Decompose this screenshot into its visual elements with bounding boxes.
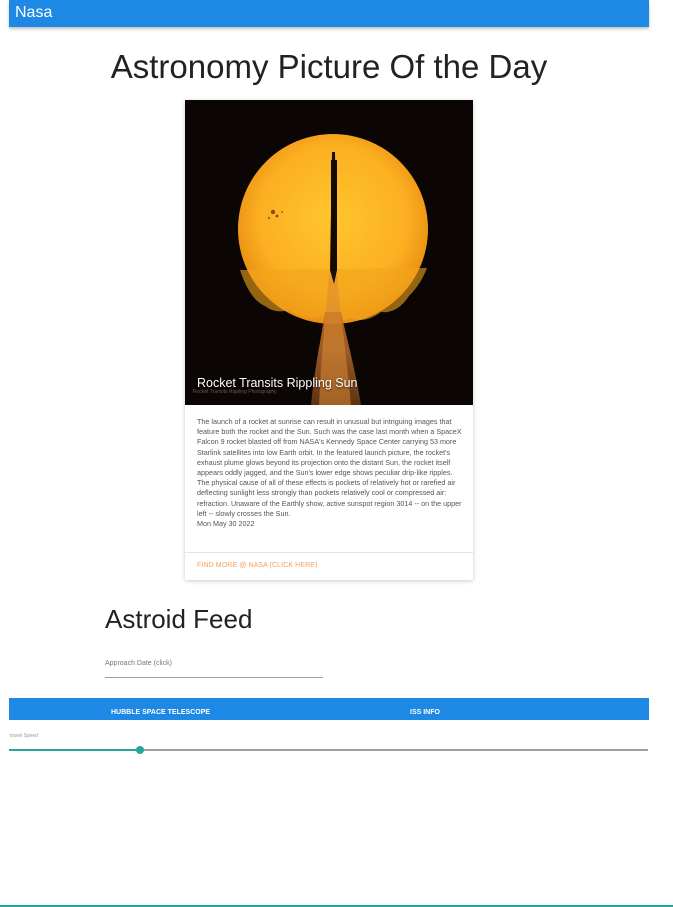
sun-rocket-illustration <box>185 100 473 405</box>
page-title: Astronomy Picture Of the Day <box>110 48 548 85</box>
slider-label: travel Speed <box>10 733 39 739</box>
apod-card: Rocket Transits Rippling Sun Rocket Tran… <box>185 100 473 580</box>
image-credit: Rocket Transits Rippling Photography <box>193 389 277 395</box>
find-more-link[interactable]: FIND MORE @ NASA (CLICK HERE) <box>197 562 317 569</box>
navbar: Nasa <box>9 0 649 27</box>
tab-bar: HUBBLE SPACE TELESCOPE ISS INFO <box>9 698 649 720</box>
card-divider <box>185 552 473 553</box>
apod-description: The launch of a rocket at sunrise can re… <box>197 417 463 529</box>
approach-date-input[interactable]: Approach Date (click) <box>105 658 323 678</box>
brand-logo[interactable]: Nasa <box>15 4 52 22</box>
image-title: Rocket Transits Rippling Sun <box>197 376 358 390</box>
tab-iss-info[interactable]: ISS INFO <box>410 709 440 716</box>
slider-fill <box>9 749 140 751</box>
apod-date: Mon May 30 2022 <box>197 519 255 529</box>
asteroid-section-title: Astroid Feed <box>105 604 253 634</box>
tab-hubble[interactable]: HUBBLE SPACE TELESCOPE <box>111 709 210 716</box>
description-text: The launch of a rocket at sunrise can re… <box>197 417 462 518</box>
apod-image: Rocket Transits Rippling Sun Rocket Tran… <box>185 100 473 405</box>
approach-date-placeholder: Approach Date (click) <box>105 660 172 667</box>
slider-thumb[interactable] <box>135 746 144 754</box>
travel-speed-slider[interactable] <box>9 746 648 754</box>
